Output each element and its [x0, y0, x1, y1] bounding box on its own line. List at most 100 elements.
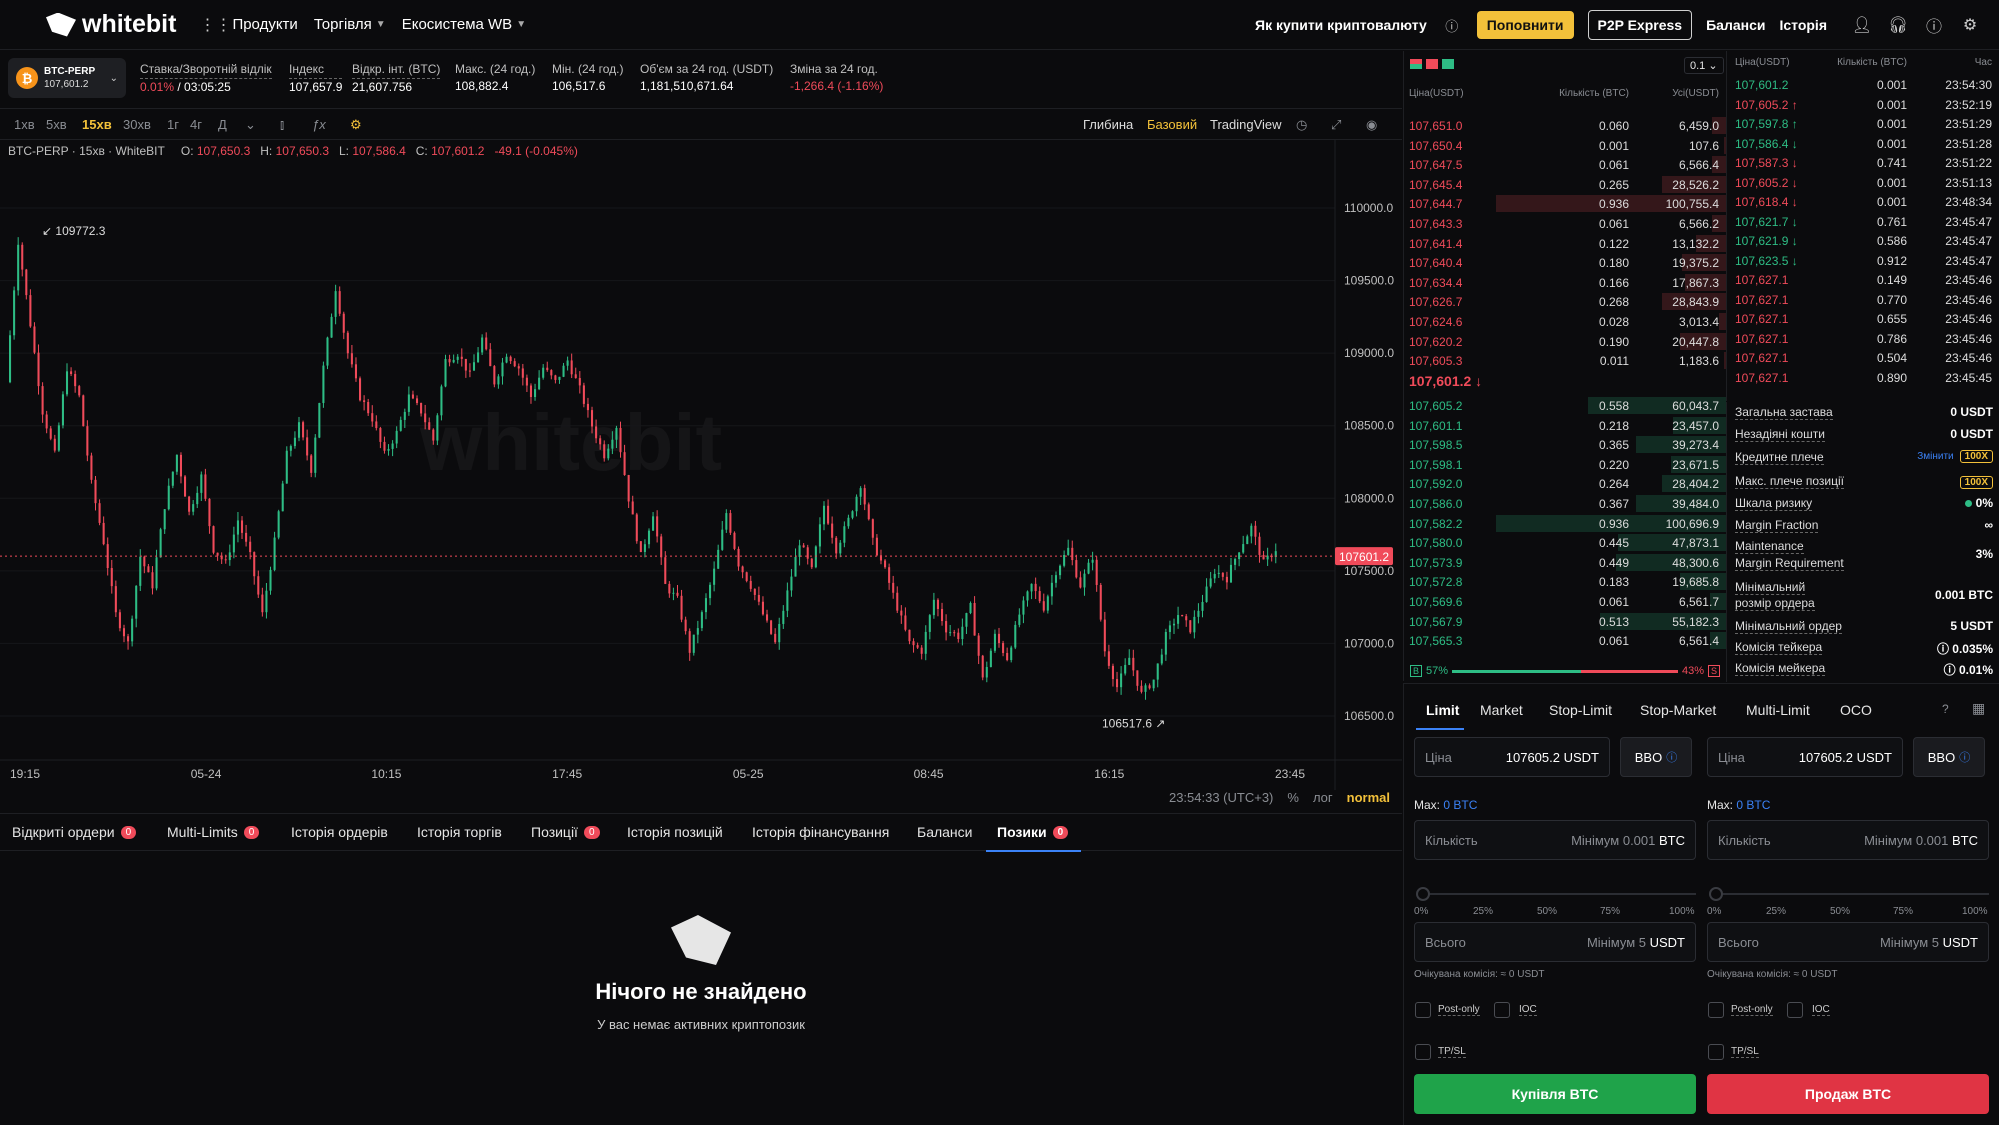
nav-trading[interactable]: Торгівля ▼ — [314, 16, 386, 33]
bid-row[interactable]: 107,582.2 0.936 100,696.9 — [1404, 514, 1726, 533]
pct-75[interactable]: 75% — [1600, 906, 1620, 917]
tab-multi-limits[interactable]: Multi-Limits 0 — [167, 824, 260, 840]
sell-tpsl-checkbox[interactable] — [1708, 1044, 1724, 1060]
buy-total-input[interactable]: Всього Мінімум 5 USDT — [1414, 922, 1696, 962]
apps-grid-icon[interactable]: ⋮⋮ — [199, 14, 231, 36]
tab-limit[interactable]: Limit — [1426, 702, 1459, 718]
book-bids-icon[interactable] — [1442, 59, 1454, 69]
pct-25[interactable]: 25% — [1473, 906, 1493, 917]
tab-oco[interactable]: OCO — [1840, 702, 1872, 718]
view-basic[interactable]: Базовий — [1147, 117, 1197, 132]
log-toggle[interactable]: лог — [1313, 790, 1333, 805]
bid-row[interactable]: 107,569.6 0.061 6,561.7 — [1404, 592, 1726, 611]
tab-trade-history[interactable]: Історія торгів — [417, 824, 502, 840]
support-headset-icon[interactable]: 🎧︎ — [1887, 14, 1909, 36]
bid-row[interactable]: 107,567.9 0.513 55,182.3 — [1404, 612, 1726, 631]
book-view-toggles[interactable] — [1410, 59, 1454, 69]
book-asks-icon[interactable] — [1426, 59, 1438, 69]
sell-percent-slider[interactable] — [1709, 887, 1989, 901]
nav-ecosystem[interactable]: Екосистема WB ▼ — [402, 16, 526, 33]
chevron-down-icon[interactable]: ⌄ — [245, 117, 256, 133]
ask-row[interactable]: 107,640.4 0.180 19,375.2 — [1404, 253, 1726, 272]
bid-row[interactable]: 107,598.1 0.220 23,671.5 — [1404, 455, 1726, 474]
interval-1d[interactable]: Д — [218, 117, 227, 132]
buy-ioc-checkbox[interactable] — [1494, 1002, 1510, 1018]
book-both-icon[interactable] — [1410, 59, 1422, 69]
bid-row[interactable]: 107,586.0 0.367 39,484.0 — [1404, 494, 1726, 513]
bid-row[interactable]: 107,580.0 0.445 47,873.1 — [1404, 533, 1726, 552]
tab-order-history[interactable]: Історія ордерів — [291, 824, 388, 840]
sell-button[interactable]: Продаж BTC — [1707, 1074, 1989, 1114]
pct-25[interactable]: 25% — [1766, 906, 1786, 917]
interval-4h[interactable]: 4г — [190, 117, 202, 132]
interval-5m[interactable]: 5хв — [46, 117, 67, 132]
pct-100[interactable]: 100% — [1669, 906, 1695, 917]
bid-row[interactable]: 107,601.1 0.218 23,457.0 — [1404, 416, 1726, 435]
view-tradingview[interactable]: TradingView — [1210, 117, 1282, 132]
ask-row[interactable]: 107,645.4 0.265 28,526.2 — [1404, 175, 1726, 194]
change-leverage-link[interactable]: Змінити — [1917, 451, 1953, 462]
chart-settings-icon[interactable]: ⚙ — [350, 117, 362, 133]
tab-stop-market[interactable]: Stop-Market — [1640, 702, 1716, 718]
brand-logo[interactable]: whitebit — [46, 10, 176, 39]
history-link[interactable]: Історія — [1779, 17, 1827, 33]
user-icon[interactable]: 👤︎ — [1851, 14, 1873, 36]
interval-1h[interactable]: 1г — [167, 117, 179, 132]
buy-quantity-input[interactable]: Кількість Мінімум 0.001 BTC — [1414, 820, 1696, 860]
interval-15m[interactable]: 15хв — [82, 117, 112, 132]
price-chart[interactable]: whitebit 110000.0 109500.0 109000.0 108500.… — [0, 140, 1402, 790]
bid-row[interactable]: 107,573.9 0.449 48,300.6 — [1404, 553, 1726, 572]
how-to-buy-link[interactable]: Як купити криптовалюту — [1255, 17, 1427, 33]
tab-position-history[interactable]: Історія позицій — [627, 824, 723, 840]
sell-bbo-button[interactable]: BBO ⓘ — [1913, 737, 1985, 777]
camera-icon[interactable]: ◉ — [1366, 117, 1377, 133]
candle-type-icon[interactable]: ⫾ — [280, 117, 284, 133]
pct-75[interactable]: 75% — [1893, 906, 1913, 917]
nav-products[interactable]: Продукти — [232, 16, 297, 33]
deposit-button[interactable]: Поповнити — [1476, 11, 1574, 39]
buy-bbo-button[interactable]: BBO ⓘ — [1620, 737, 1692, 777]
info-icon[interactable]: ⓘ — [1937, 642, 1949, 656]
ask-row[interactable]: 107,651.0 0.060 6,459.0 — [1404, 116, 1726, 135]
settings-gear-icon[interactable]: ⚙ — [1959, 14, 1981, 36]
info-icon[interactable]: ⓘ — [1944, 663, 1956, 677]
percent-toggle[interactable]: % — [1287, 790, 1299, 805]
pct-100[interactable]: 100% — [1962, 906, 1988, 917]
tab-market[interactable]: Market — [1480, 702, 1523, 718]
clock-icon[interactable]: ◷ — [1296, 117, 1307, 133]
buy-price-input[interactable]: Ціна 107605.2 USDT — [1414, 737, 1610, 777]
calculator-icon[interactable]: ▦ — [1972, 700, 1985, 717]
sell-total-input[interactable]: Всього Мінімум 5 USDT — [1707, 922, 1989, 962]
ask-row[interactable]: 107,624.6 0.028 3,013.4 — [1404, 312, 1726, 331]
sell-quantity-input[interactable]: Кількість Мінімум 0.001 BTC — [1707, 820, 1989, 860]
slider-handle[interactable] — [1416, 887, 1430, 901]
help-circle-icon[interactable]: ⓘ — [1441, 14, 1463, 36]
info-icon[interactable]: ⓘ — [1923, 14, 1945, 36]
ask-row[interactable]: 107,634.4 0.166 17,867.3 — [1404, 273, 1726, 292]
buy-button[interactable]: Купівля BTC — [1414, 1074, 1696, 1114]
precision-select[interactable]: 0.1 ⌄ — [1684, 57, 1724, 74]
pair-selector[interactable]: ₿ BTC-PERP 107,601.2 ⌄ — [8, 58, 126, 98]
buy-post-only-checkbox[interactable] — [1415, 1002, 1431, 1018]
ask-row[interactable]: 107,650.4 0.001 107.6 — [1404, 136, 1726, 155]
bid-row[interactable]: 107,598.5 0.365 39,273.4 — [1404, 435, 1726, 454]
interval-1m[interactable]: 1хв — [14, 117, 35, 132]
ask-row[interactable]: 107,626.7 0.268 28,843.9 — [1404, 292, 1726, 311]
ask-row[interactable]: 107,644.7 0.936 100,755.4 — [1404, 194, 1726, 213]
buy-percent-slider[interactable] — [1416, 887, 1696, 901]
pct-0[interactable]: 0% — [1707, 906, 1721, 917]
ask-row[interactable]: 107,647.5 0.061 6,566.4 — [1404, 155, 1726, 174]
ask-row[interactable]: 107,643.3 0.061 6,566.2 — [1404, 214, 1726, 233]
ask-row[interactable]: 107,620.2 0.190 20,447.8 — [1404, 332, 1726, 351]
pct-50[interactable]: 50% — [1830, 906, 1850, 917]
bid-row[interactable]: 107,572.8 0.183 19,685.8 — [1404, 572, 1726, 591]
buy-tpsl-checkbox[interactable] — [1415, 1044, 1431, 1060]
pct-0[interactable]: 0% — [1414, 906, 1428, 917]
tab-funding-history[interactable]: Історія фінансування — [752, 824, 889, 840]
slider-handle[interactable] — [1709, 887, 1723, 901]
pct-50[interactable]: 50% — [1537, 906, 1557, 917]
tab-loans[interactable]: Позики 0 — [997, 824, 1069, 840]
sell-ioc-checkbox[interactable] — [1787, 1002, 1803, 1018]
view-depth[interactable]: Глибина — [1083, 117, 1133, 132]
sell-price-input[interactable]: Ціна 107605.2 USDT — [1707, 737, 1903, 777]
